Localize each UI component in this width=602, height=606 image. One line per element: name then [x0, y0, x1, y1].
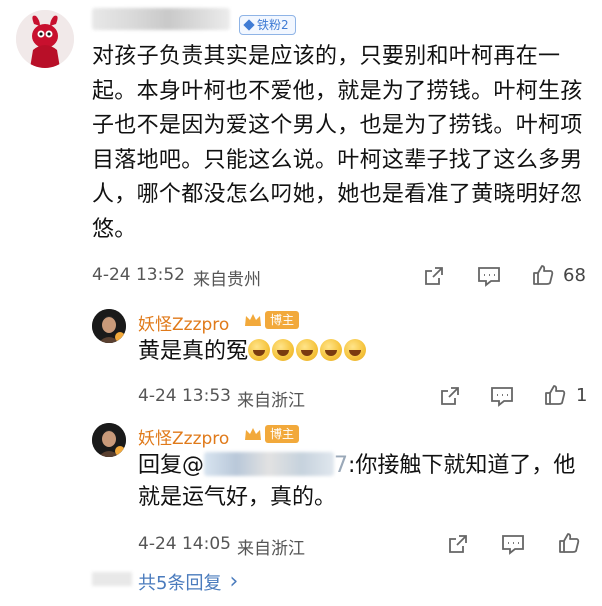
reply-text-content: 黄是真的冤 [138, 339, 249, 364]
fan-level-badge: 铁粉2 [239, 15, 296, 35]
like-count: 68 [563, 265, 586, 286]
comment-location: 来自贵州 [193, 270, 261, 290]
reply-username[interactable]: 妖怪Zzzpro [138, 310, 229, 335]
laugh-cry-emoji [272, 339, 295, 361]
reply-prefix: 回复@ [138, 453, 205, 478]
laugh-cry-emoji [248, 339, 271, 361]
reply-time: 4-24 14:05 [138, 534, 231, 554]
mention-redacted[interactable] [204, 452, 335, 476]
fan-badge-label: 铁粉2 [257, 18, 289, 32]
reply-text: 黄是真的冤 [138, 336, 368, 368]
thumbs-up-icon[interactable] [530, 262, 556, 288]
laugh-cry-emoji [344, 339, 367, 361]
mention-suffix: 7 [334, 453, 349, 478]
more-replies-label: 共5条回复 [138, 573, 222, 594]
crown-icon [245, 314, 261, 326]
chevron-right-icon: › [229, 569, 239, 594]
thumbs-up-icon[interactable] [556, 530, 582, 556]
laugh-cry-emoji [320, 339, 343, 361]
reply-location: 来自浙江 [237, 391, 305, 411]
reply-text: 回复@ 7:你接触下就知道了，他就是运气好，真的。 [138, 450, 588, 514]
comment-icon[interactable] [476, 263, 502, 289]
more-replies-link[interactable]: 共5条回复 › [138, 569, 238, 595]
reply-avatar[interactable] [92, 423, 126, 457]
blogger-badge: 博主 [243, 309, 300, 331]
blogger-badge: 博主 [243, 423, 300, 445]
reply-location: 来自浙江 [237, 539, 305, 559]
comment-text: 对孩子负责其实是应该的，只要别和叶柯再在一起。本身叶柯也不爱他，就是为了捞钱。叶… [92, 44, 583, 242]
redacted-area [92, 572, 132, 586]
blogger-badge-label: 博主 [265, 311, 300, 329]
reply-time: 4-24 13:53 [138, 386, 231, 406]
diamond-icon [243, 19, 255, 31]
avatar-image [16, 10, 74, 68]
share-icon[interactable] [421, 263, 447, 289]
laugh-cry-emoji [296, 339, 319, 361]
avatar[interactable] [16, 10, 74, 68]
blogger-badge-label: 博主 [265, 425, 300, 443]
reply-username[interactable]: 妖怪Zzzpro [138, 424, 229, 449]
share-icon[interactable] [437, 383, 463, 409]
comment-time: 4-24 13:52 [92, 265, 185, 285]
share-icon[interactable] [445, 531, 471, 557]
thumbs-up-icon[interactable] [542, 382, 568, 408]
reply-avatar[interactable] [92, 309, 126, 343]
username-redacted[interactable] [92, 8, 230, 30]
comment-icon[interactable] [500, 531, 526, 557]
like-count: 1 [576, 385, 588, 406]
comment-icon[interactable] [489, 383, 515, 409]
crown-icon [245, 428, 261, 440]
